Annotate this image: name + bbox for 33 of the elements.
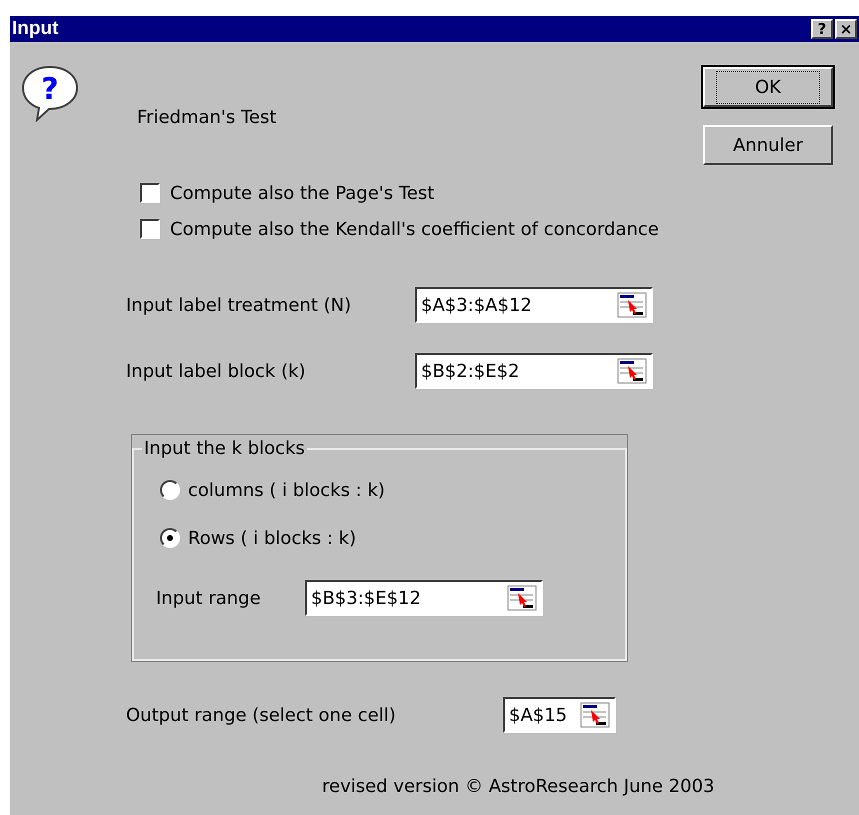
- range-field[interactable]: $B$2:$E$2: [415, 353, 653, 389]
- range-value: $B$3:$E$12: [311, 586, 421, 610]
- group-title: Input the k blocks: [143, 437, 306, 461]
- footer-note: revised version © AstroResearch June 2003: [322, 775, 714, 799]
- checkbox-label: Compute also the Page's Test: [170, 182, 434, 206]
- radio-label: Rows ( i blocks : k): [188, 526, 356, 550]
- range-value: $B$2:$E$2: [421, 360, 520, 384]
- close-button[interactable]: ×: [835, 19, 857, 39]
- checkbox-label: Compute also the Kendall's coefficient of concordance: [170, 218, 659, 242]
- checkbox[interactable]: [140, 183, 160, 203]
- field-label: Input label block (k): [126, 360, 307, 384]
- ok-button[interactable]: OK: [703, 67, 833, 107]
- range-field[interactable]: $A$3:$A$12: [415, 287, 653, 323]
- checkbox[interactable]: [140, 219, 160, 239]
- question-bubble-icon: ?: [19, 64, 81, 122]
- radio-label: columns ( i blocks : k): [188, 478, 385, 502]
- radio-button[interactable]: [160, 480, 180, 500]
- field-label: Input range: [156, 586, 262, 610]
- dialog-heading: Friedman's Test: [137, 106, 276, 130]
- range-picker-icon[interactable]: [617, 358, 647, 384]
- field-label: Output range (select one cell): [126, 704, 397, 728]
- range-picker-icon[interactable]: [580, 702, 610, 728]
- range-value: $A$3:$A$12: [421, 294, 532, 318]
- range-field[interactable]: $B$3:$E$12: [305, 580, 543, 616]
- help-button[interactable]: ?: [811, 19, 833, 39]
- field-label: Input label treatment (N): [126, 294, 352, 318]
- range-picker-icon[interactable]: [507, 585, 537, 611]
- radio-button[interactable]: [160, 528, 180, 548]
- range-picker-icon[interactable]: [617, 292, 647, 318]
- range-field[interactable]: $A$15: [503, 697, 616, 733]
- cancel-button[interactable]: Annuler: [703, 125, 833, 165]
- range-value: $A$15: [509, 704, 568, 728]
- window-title: Input: [12, 16, 58, 41]
